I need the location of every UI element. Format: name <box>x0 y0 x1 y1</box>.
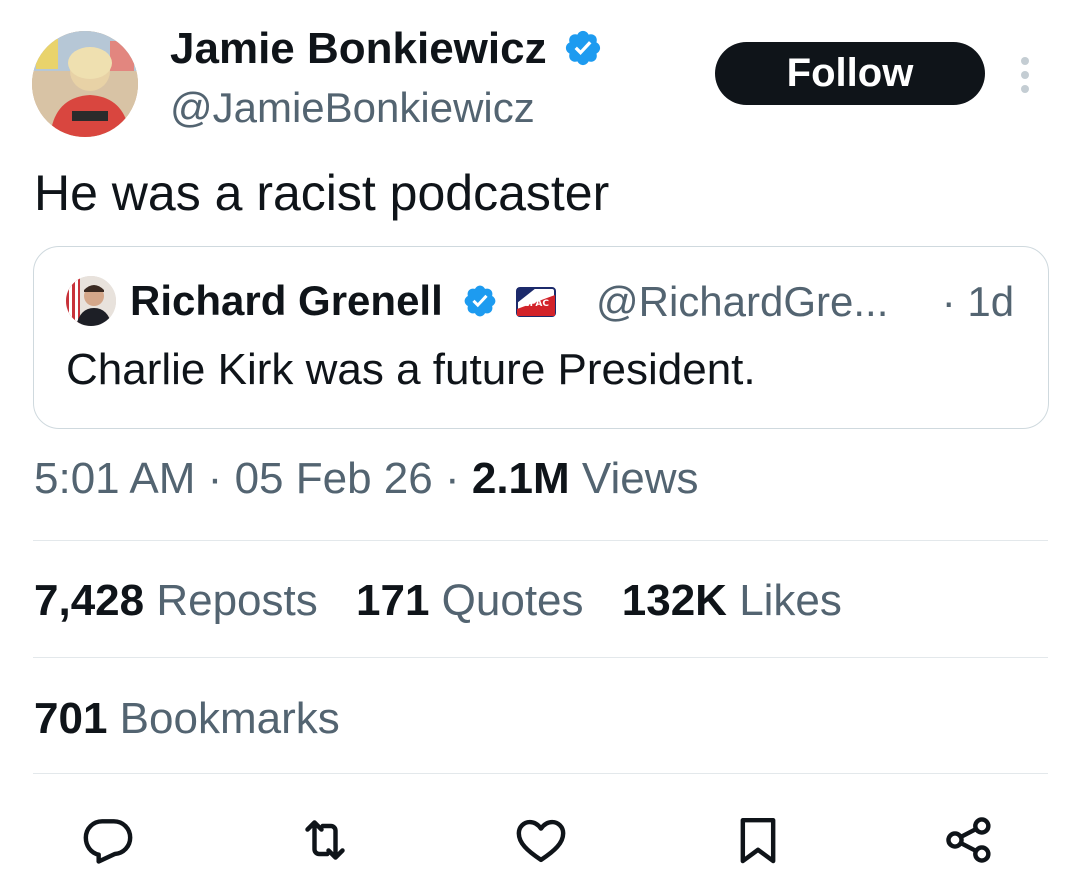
like-icon <box>516 819 566 863</box>
author-name[interactable]: Jamie Bonkiewicz <box>170 24 547 73</box>
reply-button[interactable] <box>80 812 136 868</box>
quoted-avatar-image <box>66 276 116 326</box>
quoted-tweet-card[interactable] <box>33 246 1049 429</box>
tweet-time[interactable]: 5:01 AM <box>34 454 195 503</box>
tweet-date[interactable]: 05 Feb 26 <box>235 454 433 503</box>
reposts-count: 7,428 <box>34 576 145 625</box>
quoted-author-name[interactable]: Richard Grenell <box>130 277 443 324</box>
bookmarks-stat: 701 Bookmarks <box>34 694 340 744</box>
quoted-verified-badge-icon <box>465 285 496 317</box>
bookmarks-label: Bookmarks <box>119 694 340 743</box>
divider <box>33 773 1048 774</box>
share-button[interactable] <box>941 812 997 868</box>
share-icon <box>946 817 991 863</box>
author-avatar[interactable] <box>32 31 138 137</box>
views-label: Views <box>581 454 699 503</box>
quotes-count: 171 <box>356 576 430 625</box>
bookmark-button[interactable] <box>730 812 786 868</box>
bookmark-icon <box>740 817 776 864</box>
meta-separator: · <box>207 454 223 503</box>
reposts-label: Reposts <box>156 576 318 625</box>
author-handle[interactable]: @JamieBonkiewicz <box>170 84 535 132</box>
divider <box>33 540 1048 541</box>
tweet-text: He was a racist podcaster <box>34 165 610 221</box>
quoted-author-avatar[interactable] <box>66 276 116 326</box>
author-name-row: Jamie Bonkiewicz <box>170 24 603 74</box>
likes-stat[interactable]: 132K Likes <box>622 576 842 625</box>
repost-button[interactable] <box>297 812 353 868</box>
more-options-icon[interactable] <box>1012 55 1038 95</box>
likes-count: 132K <box>621 576 727 625</box>
svg-text:CPAC: CPAC <box>523 299 549 309</box>
divider <box>33 657 1048 658</box>
follow-button[interactable]: Follow <box>715 42 985 105</box>
quotes-label: Quotes <box>441 576 584 625</box>
quotes-stat[interactable]: 171 Quotes <box>356 576 584 625</box>
bookmarks-count: 701 <box>34 694 108 743</box>
tweet-meta-row: 5:01 AM · 05 Feb 26 · 2.1M Views <box>34 454 698 504</box>
like-button[interactable] <box>513 812 569 868</box>
quoted-meta-row: @RichardGre... · 1d <box>596 278 1014 326</box>
likes-label: Likes <box>739 576 842 625</box>
cpac-affiliate-badge-icon: CPAC <box>516 286 557 317</box>
meta-separator: · <box>444 454 460 503</box>
quoted-tweet-text: Charlie Kirk was a future President. <box>66 345 756 394</box>
quoted-tweet-age[interactable]: · 1d <box>942 278 1014 325</box>
engagement-stats: 7,428 Reposts 171 Quotes 132K Likes <box>34 576 842 626</box>
repost-icon <box>305 820 345 860</box>
avatar-image <box>32 31 138 137</box>
quoted-author-handle[interactable]: @RichardGre... <box>596 278 888 325</box>
verified-badge-icon <box>565 31 600 66</box>
reply-icon <box>83 819 133 864</box>
reposts-stat[interactable]: 7,428 Reposts <box>34 576 318 625</box>
quoted-author-row: Richard Grenell CPAC <box>130 277 557 325</box>
views-count: 2.1M <box>471 454 570 503</box>
